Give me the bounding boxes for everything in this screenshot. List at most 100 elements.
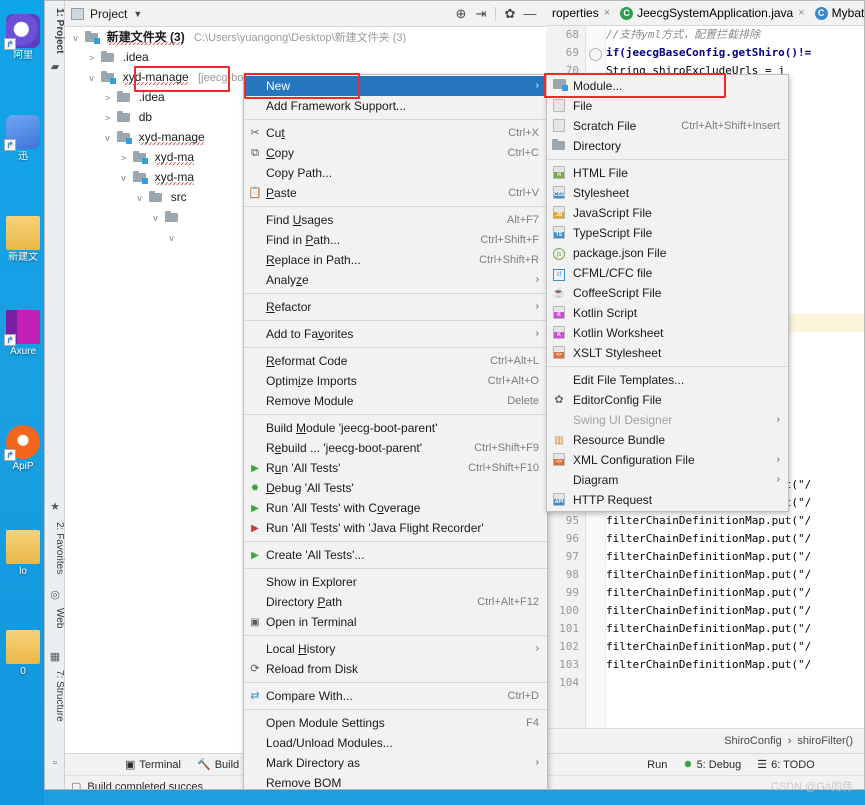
menu-item-cut[interactable]: ✂ Cut Ctrl+X	[244, 123, 547, 143]
code-line[interactable]: filterChainDefinitionMap.put("/	[606, 638, 864, 656]
gear-icon[interactable]: ✿	[500, 4, 520, 24]
expand-arrow-icon[interactable]: v	[101, 128, 114, 148]
desktop-icon-apipost[interactable]: ↱ ApiP	[2, 425, 44, 472]
tab-properties[interactable]: roperties ×	[546, 1, 614, 25]
close-icon[interactable]: ×	[798, 7, 804, 19]
menu-item-show-in-explorer[interactable]: Show in Explorer	[244, 572, 547, 592]
submenu-item-html-file[interactable]: H HTML File	[547, 163, 788, 183]
submenu-item-file[interactable]: File	[547, 96, 788, 116]
menu-item-local-history[interactable]: Local History ›	[244, 639, 547, 659]
menu-item-build-module-jeecg-boot-parent[interactable]: Build Module 'jeecg-boot-parent'	[244, 418, 547, 438]
expand-arrow-icon[interactable]: v	[69, 28, 82, 48]
tool-button-todo[interactable]: ☰ 6: TODO	[757, 758, 814, 772]
menu-item-refactor[interactable]: Refactor ›	[244, 297, 547, 317]
menu-item-open-module-settings[interactable]: Open Module Settings F4	[244, 713, 547, 733]
code-line[interactable]: filterChainDefinitionMap.put("/	[606, 566, 864, 584]
expand-arrow-icon[interactable]: >	[117, 148, 130, 168]
menu-item-remove-module[interactable]: Remove Module Delete	[244, 391, 547, 411]
code-line[interactable]: filterChainDefinitionMap.put("/	[606, 530, 864, 548]
expand-arrow-icon[interactable]: v	[133, 188, 146, 208]
menu-item-copy[interactable]: ⧉ Copy Ctrl+C	[244, 143, 547, 163]
menu-item-new[interactable]: New ›	[244, 76, 547, 96]
menu-item-copy-path[interactable]: Copy Path...	[244, 163, 547, 183]
menu-item-analyze[interactable]: Analyze ›	[244, 270, 547, 290]
code-line[interactable]: filterChainDefinitionMap.put("/	[606, 584, 864, 602]
submenu-item-kotlin-script[interactable]: K Kotlin Script	[547, 303, 788, 323]
fold-handle-icon[interactable]	[589, 48, 602, 61]
submenu-item-typescript-file[interactable]: TS TypeScript File	[547, 223, 788, 243]
minimize-window-icon[interactable]: ▫	[49, 757, 61, 769]
breadcrumb-method[interactable]: shiroFilter()	[797, 735, 853, 747]
code-line[interactable]: filterChainDefinitionMap.put("/	[606, 512, 864, 530]
submenu-item-coffeescript-file[interactable]: ☕ CoffeeScript File	[547, 283, 788, 303]
menu-item-reload-from-disk[interactable]: ⟳ Reload from Disk	[244, 659, 547, 679]
menu-item-replace-in-path[interactable]: Replace in Path... Ctrl+Shift+R	[244, 250, 547, 270]
sidebar-item-web[interactable]: Web	[45, 605, 65, 631]
submenu-item-directory[interactable]: Directory	[547, 136, 788, 156]
expand-arrow-icon[interactable]: >	[101, 88, 114, 108]
submenu-item-package-json-file[interactable]: js package.json File	[547, 243, 788, 263]
code-line[interactable]: filterChainDefinitionMap.put("/	[606, 602, 864, 620]
tree-row-root-folder[interactable]: v 新建文件夹 (3) C:\Users\yuangong\Desktop\新建…	[65, 27, 546, 47]
tab-jeecg-system-application[interactable]: C JeecgSystemApplication.java ×	[614, 1, 809, 25]
expand-arrow-icon[interactable]: >	[101, 108, 114, 128]
submenu-item-resource-bundle[interactable]: ▥ Resource Bundle	[547, 430, 788, 450]
breadcrumb-class[interactable]: ShiroConfig	[724, 735, 781, 747]
collapse-all-icon[interactable]: ⇥	[471, 4, 491, 24]
expand-arrow-icon[interactable]: v	[117, 168, 130, 188]
submenu-item-stylesheet[interactable]: CSS Stylesheet	[547, 183, 788, 203]
submenu-item-module[interactable]: Module...	[547, 76, 788, 96]
menu-item-optimize-imports[interactable]: Optimize Imports Ctrl+Alt+O	[244, 371, 547, 391]
locate-icon[interactable]: ⊕	[451, 4, 471, 24]
submenu-item-editorconfig-file[interactable]: ✿ EditorConfig File	[547, 390, 788, 410]
hide-panel-icon[interactable]: —	[520, 4, 540, 24]
desktop-icon-lo-folder[interactable]: lo	[2, 530, 44, 577]
tree-row-idea[interactable]: > .idea	[65, 47, 546, 67]
code-line[interactable]: filterChainDefinitionMap.put("/	[606, 620, 864, 638]
expand-arrow-icon[interactable]: v	[165, 228, 178, 248]
code-line[interactable]: filterChainDefinitionMap.put("/	[606, 548, 864, 566]
close-icon[interactable]: ×	[604, 7, 610, 19]
tool-button-debug[interactable]: ✹ 5: Debug	[683, 758, 741, 772]
submenu-item-xslt-stylesheet[interactable]: <> XSLT Stylesheet	[547, 343, 788, 363]
tab-mybatis[interactable]: C Mybat	[809, 1, 864, 25]
menu-item-open-in-terminal[interactable]: ▣ Open in Terminal	[244, 612, 547, 632]
menu-item-paste[interactable]: 📋 Paste Ctrl+V	[244, 183, 547, 203]
expand-arrow-icon[interactable]: v	[85, 68, 98, 88]
menu-item-run-all-tests[interactable]: ▶ Run 'All Tests' Ctrl+Shift+F10	[244, 458, 547, 478]
code-line[interactable]	[606, 674, 864, 692]
tool-button-run[interactable]: Run	[647, 759, 667, 771]
menu-item-add-framework-support[interactable]: Add Framework Support...	[244, 96, 547, 116]
chevron-down-icon[interactable]: ▼	[133, 9, 142, 19]
tool-button-build[interactable]: 🔨 Build	[197, 758, 239, 772]
desktop-icon-aliwangwang[interactable]: ↱ 阿里	[2, 14, 44, 61]
tool-button-terminal[interactable]: ▣ Terminal	[125, 758, 181, 772]
menu-item-directory-path[interactable]: Directory Path Ctrl+Alt+F12	[244, 592, 547, 612]
menu-item-remove-bom[interactable]: Remove BOM	[244, 773, 547, 789]
desktop-icon-axure[interactable]: ↱ Axure	[2, 310, 44, 357]
sidebar-item-structure[interactable]: 7: Structure	[45, 667, 65, 725]
menu-item-debug-all-tests[interactable]: ✹ Debug 'All Tests'	[244, 478, 547, 498]
desktop-icon-newfolder[interactable]: 新建文	[2, 216, 44, 263]
submenu-item-cfml-cfc-file[interactable]: cf CFML/CFC file	[547, 263, 788, 283]
submenu-item-http-request[interactable]: API HTTP Request	[547, 490, 788, 510]
submenu-item-kotlin-worksheet[interactable]: K Kotlin Worksheet	[547, 323, 788, 343]
submenu-item-scratch-file[interactable]: Scratch File Ctrl+Alt+Shift+Insert	[547, 116, 788, 136]
submenu-item-xml-configuration-file[interactable]: <> XML Configuration File ›	[547, 450, 788, 470]
breadcrumb[interactable]: ShiroConfig › shiroFilter()	[546, 728, 864, 753]
code-line[interactable]: if(jeecgBaseConfig.getShiro()!=	[606, 44, 864, 62]
menu-item-add-to-favorites[interactable]: Add to Favorites ›	[244, 324, 547, 344]
project-context-menu[interactable]: New › Add Framework Support... ✂ Cut Ctrl+X ⧉ C…	[243, 74, 548, 789]
desktop-icon-xunlei[interactable]: ↱ 迅	[2, 115, 44, 162]
menu-item-rebuild-jeecg-boot-parent[interactable]: Rebuild ... 'jeecg-boot-parent' Ctrl+Shif…	[244, 438, 547, 458]
expand-arrow-icon[interactable]: v	[149, 208, 162, 228]
submenu-item-javascript-file[interactable]: JS JavaScript File	[547, 203, 788, 223]
sidebar-item-project[interactable]: 1: Project	[45, 5, 65, 57]
code-line[interactable]: //支持yml方式，配置拦截排除	[606, 26, 864, 44]
menu-item-create-all-tests[interactable]: ▶ Create 'All Tests'...	[244, 545, 547, 565]
menu-item-find-usages[interactable]: Find Usages Alt+F7	[244, 210, 547, 230]
menu-item-compare-with[interactable]: ⇄ Compare With... Ctrl+D	[244, 686, 547, 706]
code-line[interactable]: filterChainDefinitionMap.put("/	[606, 656, 864, 674]
menu-item-mark-directory-as[interactable]: Mark Directory as ›	[244, 753, 547, 773]
submenu-item-edit-file-templates[interactable]: Edit File Templates...	[547, 370, 788, 390]
